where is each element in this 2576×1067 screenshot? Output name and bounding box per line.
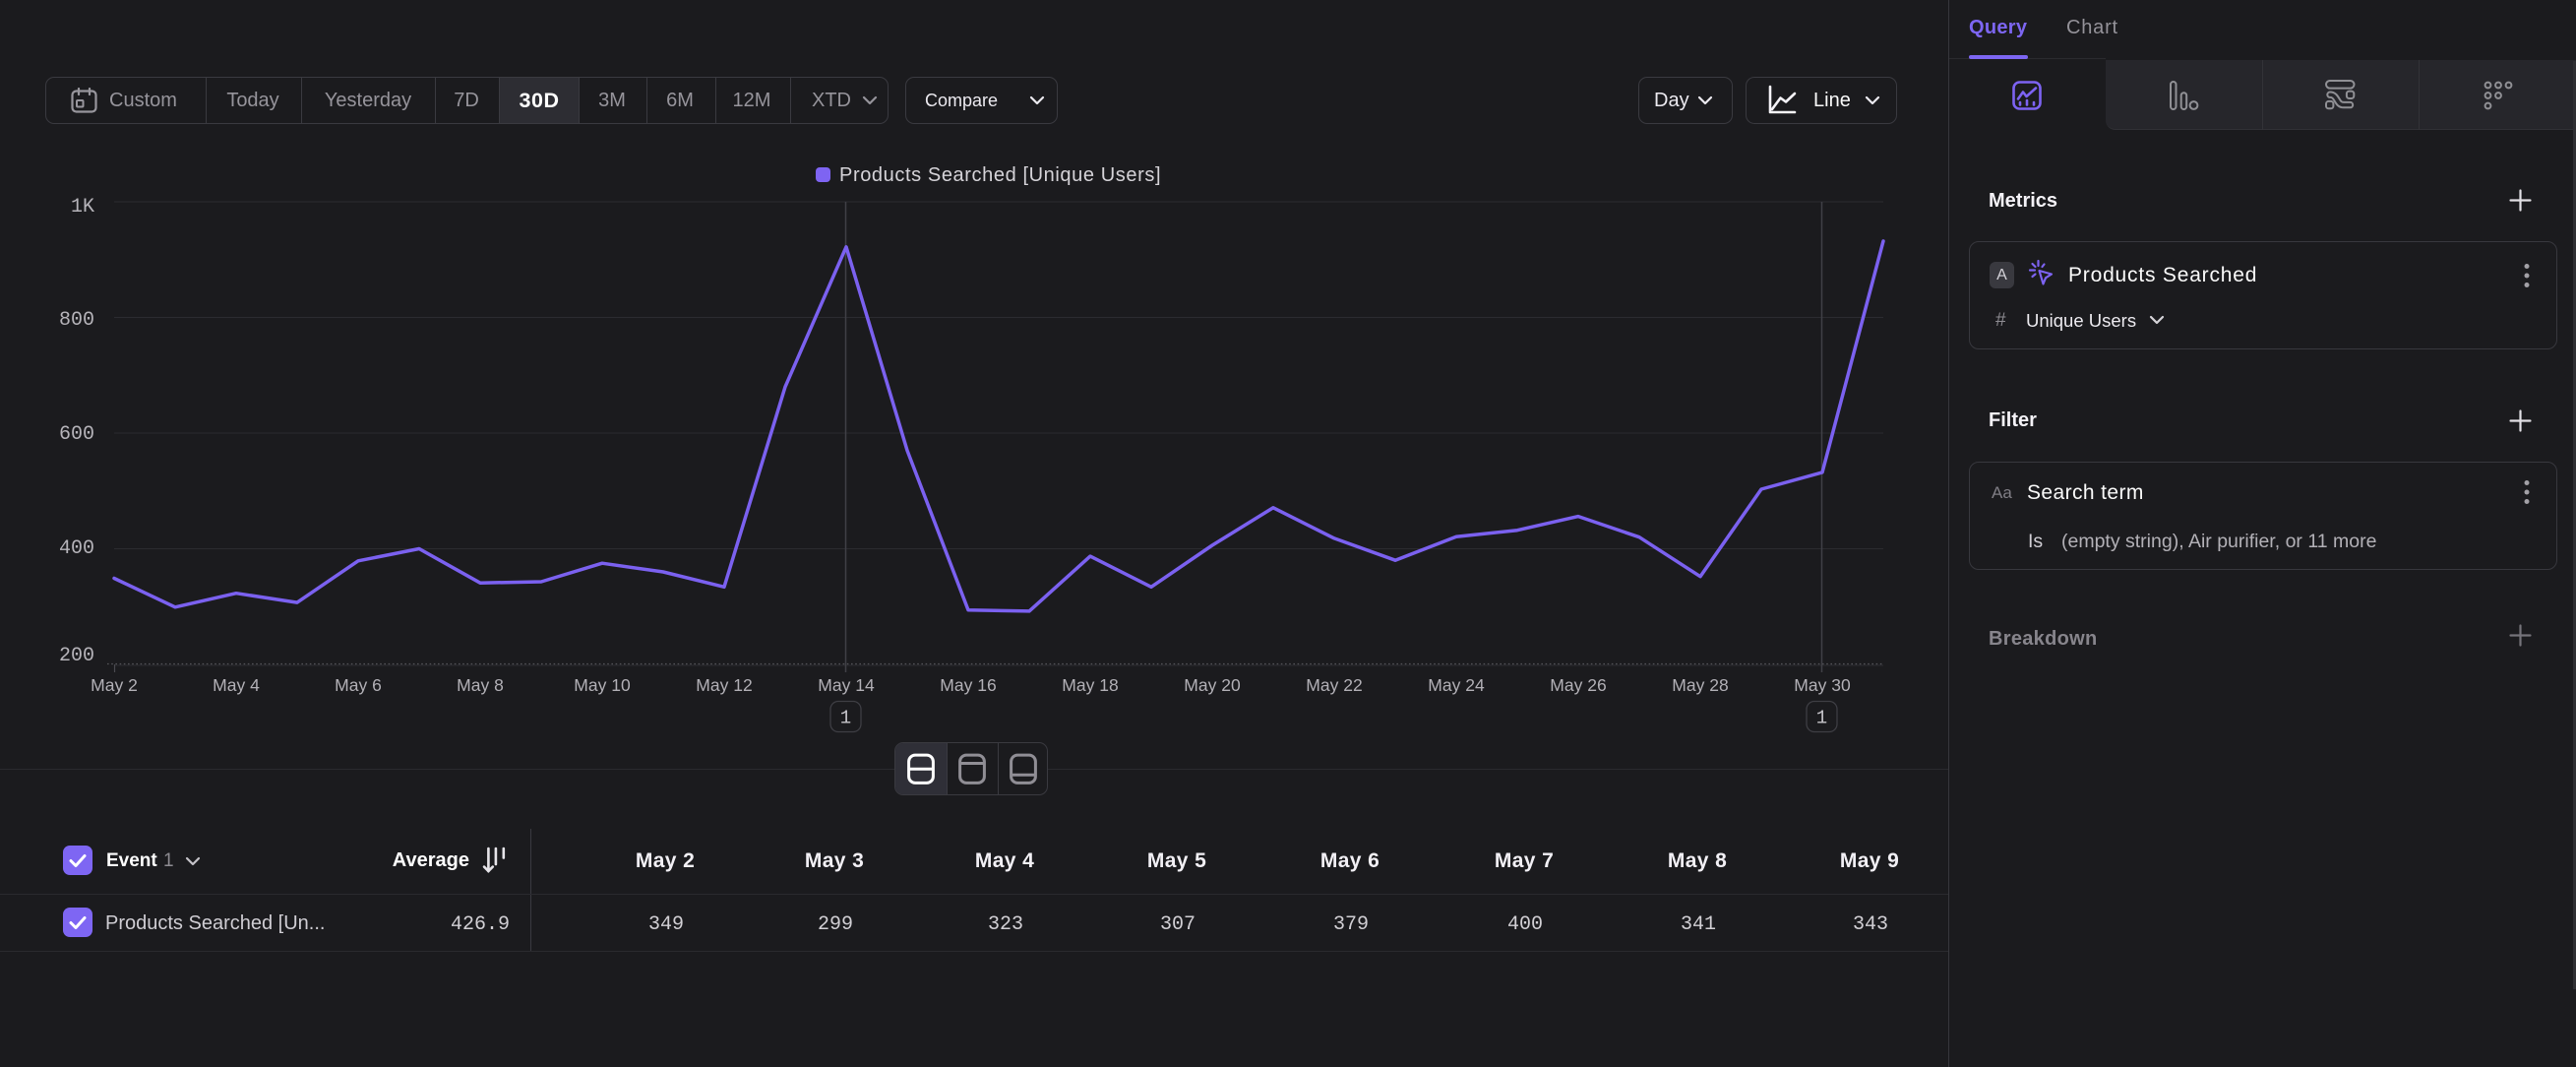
svg-text:400: 400: [59, 537, 94, 560]
svg-text:May 10: May 10: [574, 675, 631, 695]
svg-text:1: 1: [840, 708, 851, 729]
svg-text:May 2: May 2: [91, 675, 138, 695]
svg-text:May 28: May 28: [1672, 675, 1728, 695]
svg-text:May 6: May 6: [335, 675, 382, 695]
svg-text:May 14: May 14: [818, 675, 875, 695]
svg-text:May 16: May 16: [940, 675, 996, 695]
svg-text:May 30: May 30: [1794, 675, 1851, 695]
svg-text:May 26: May 26: [1550, 675, 1606, 695]
svg-text:May 18: May 18: [1062, 675, 1118, 695]
svg-text:600: 600: [59, 423, 94, 446]
svg-text:May 8: May 8: [457, 675, 504, 695]
svg-text:1K: 1K: [71, 196, 94, 219]
svg-text:May 24: May 24: [1428, 675, 1485, 695]
svg-text:200: 200: [59, 645, 94, 667]
svg-text:1: 1: [1816, 708, 1827, 729]
svg-text:May 20: May 20: [1184, 675, 1241, 695]
svg-text:May 4: May 4: [213, 675, 260, 695]
svg-text:May 12: May 12: [696, 675, 752, 695]
svg-text:800: 800: [59, 309, 94, 332]
svg-text:May 22: May 22: [1306, 675, 1362, 695]
